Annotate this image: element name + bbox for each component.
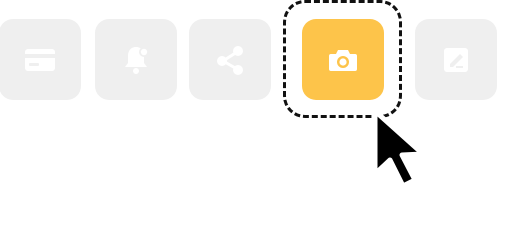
mouse-pointer-icon xyxy=(372,108,426,189)
camera-icon xyxy=(329,49,357,71)
share-button[interactable] xyxy=(189,19,271,100)
camera-button[interactable] xyxy=(302,19,384,100)
share-icon xyxy=(217,45,243,75)
notification-button[interactable] xyxy=(95,19,177,100)
icon-toolbar xyxy=(0,0,516,242)
edit-icon xyxy=(444,47,468,72)
bell-notification-icon xyxy=(125,46,149,74)
edit-button[interactable] xyxy=(415,19,497,100)
card-button[interactable] xyxy=(0,19,81,100)
credit-card-icon xyxy=(25,48,55,71)
